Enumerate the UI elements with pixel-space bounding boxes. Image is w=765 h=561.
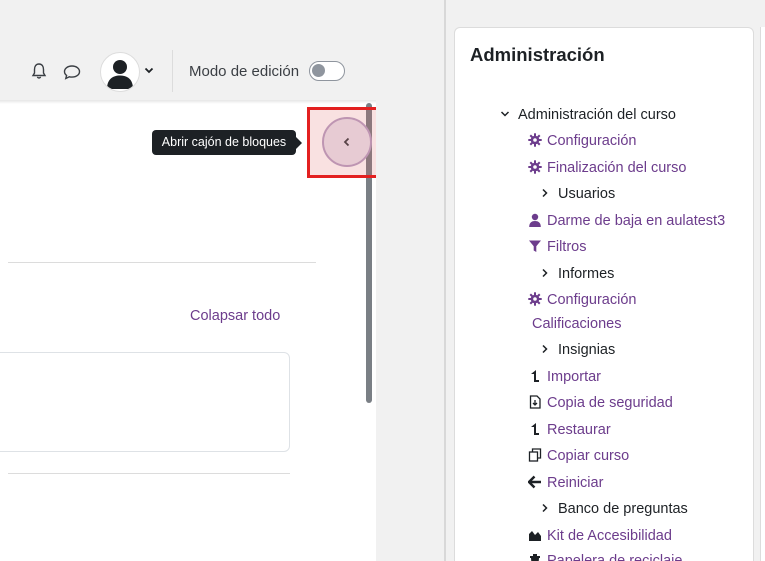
navbar-divider — [172, 50, 173, 92]
admin-item-label: Configuración — [547, 133, 637, 149]
divider — [8, 473, 290, 474]
bell-icon[interactable] — [30, 62, 48, 80]
admin-item-label: Importar — [547, 369, 601, 385]
page-gap — [376, 0, 444, 561]
chevron-right-icon — [542, 268, 548, 278]
admin-item-config-calificaciones[interactable]: Configuración — [528, 292, 636, 308]
admin-panel: Administración Administración del curso … — [446, 0, 765, 561]
admin-item-label: Configuración — [547, 292, 637, 308]
user-avatar[interactable] — [100, 52, 140, 92]
user-silhouette-icon — [107, 60, 133, 89]
chat-icon[interactable] — [62, 63, 82, 81]
admin-item-label: Filtros — [547, 239, 587, 255]
backup-file-icon — [529, 395, 541, 409]
admin-item-papelera[interactable]: Papelera de reciclaje — [528, 553, 682, 561]
edit-mode-label: Modo de edición — [189, 63, 300, 80]
chevron-right-icon — [542, 344, 548, 354]
admin-item-configuracion[interactable]: Configuración — [528, 133, 636, 149]
admin-node-banco-preguntas[interactable]: Banco de preguntas — [540, 501, 688, 517]
tree-section-course-admin[interactable]: Administración del curso — [500, 107, 676, 123]
admin-item-label: Calificaciones — [532, 316, 622, 332]
admin-item-restaurar[interactable]: Restaurar — [528, 422, 611, 438]
gear-icon — [528, 160, 542, 174]
gear-icon — [528, 133, 542, 147]
admin-item-copiar-curso[interactable]: Copiar curso — [528, 448, 629, 464]
admin-item-copia-seguridad[interactable]: Copia de seguridad — [528, 395, 673, 411]
admin-item-finalizacion[interactable]: Finalización del curso — [528, 160, 686, 176]
admin-item-kit-accesibilidad[interactable]: Kit de Accesibilidad — [528, 528, 672, 544]
admin-item-label: Kit de Accesibilidad — [547, 528, 672, 544]
admin-item-label: Copia de seguridad — [547, 395, 673, 411]
admin-item-label: Reiniciar — [547, 475, 604, 491]
navbar-shadow — [0, 100, 376, 104]
gear-icon — [528, 292, 542, 306]
filter-icon — [529, 240, 541, 252]
admin-item-config-calificaciones-line2[interactable]: Calificaciones — [532, 316, 621, 332]
admin-item-label: Informes — [558, 266, 615, 282]
upload-icon — [531, 423, 539, 435]
divider — [8, 262, 316, 263]
navbar: Modo de edición — [0, 0, 376, 100]
admin-node-usuarios[interactable]: Usuarios — [540, 186, 615, 202]
chart-area-icon — [529, 531, 541, 541]
course-section-card — [0, 352, 290, 452]
upload-icon — [531, 370, 539, 382]
toggle-knob — [312, 64, 325, 77]
admin-item-label: Insignias — [558, 342, 616, 358]
trash-icon — [530, 554, 540, 561]
chevron-down-icon[interactable] — [143, 64, 155, 76]
admin-item-label: Banco de preguntas — [558, 501, 688, 517]
admin-item-importar[interactable]: Importar — [528, 369, 601, 385]
collapse-all-link[interactable]: Colapsar todo — [190, 308, 280, 324]
adjacent-panel-edge — [760, 27, 765, 561]
admin-item-label: Darme de baja en aulatest3 — [547, 213, 726, 229]
admin-item-label: Finalización del curso — [547, 160, 687, 176]
annotation-highlight-box — [307, 107, 376, 178]
copy-icon — [528, 448, 542, 462]
chevron-down-icon — [500, 111, 510, 117]
admin-item-label: Copiar curso — [547, 448, 630, 464]
user-icon — [529, 213, 541, 227]
arrow-left-icon — [528, 475, 541, 489]
edit-mode-toggle[interactable] — [309, 61, 345, 81]
block-drawer-tooltip: Abrir cajón de bloques — [152, 130, 302, 155]
admin-node-informes[interactable]: Informes — [540, 266, 614, 282]
admin-item-label: Usuarios — [558, 186, 616, 202]
admin-item-label: Papelera de reciclaje — [547, 553, 683, 561]
chevron-right-icon — [542, 188, 548, 198]
tree-section-label: Administración del curso — [518, 107, 676, 123]
admin-block-title: Administración — [470, 44, 605, 65]
admin-item-filtros[interactable]: Filtros — [528, 239, 586, 255]
course-page: Modo de edición Abrir cajón de bloques C… — [0, 0, 376, 561]
admin-node-insignias[interactable]: Insignias — [540, 342, 615, 358]
admin-item-label: Restaurar — [547, 422, 611, 438]
admin-item-reiniciar[interactable]: Reiniciar — [528, 475, 603, 491]
chevron-right-icon — [542, 503, 548, 513]
admin-item-darme-de-baja[interactable]: Darme de baja en aulatest3 — [528, 213, 725, 229]
